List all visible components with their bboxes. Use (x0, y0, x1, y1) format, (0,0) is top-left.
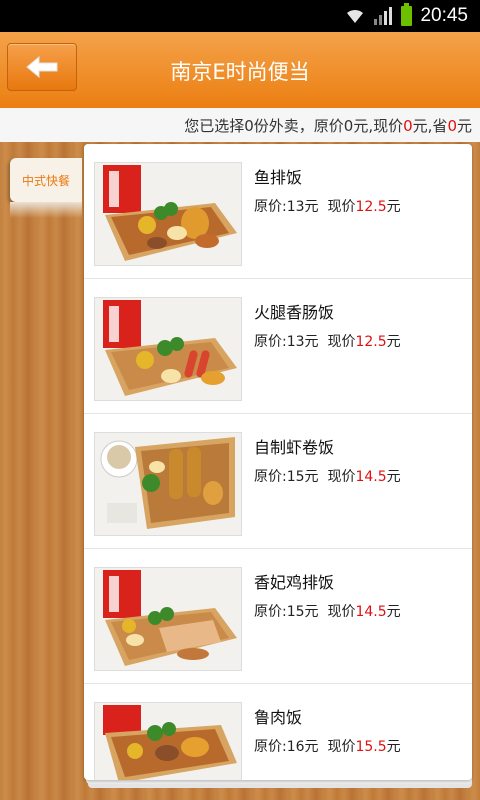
category-tab-label: 中式快餐 (21, 173, 70, 188)
item-name: 火腿香肠饭 (254, 303, 335, 322)
selected-count: 0 (244, 117, 254, 135)
current-price: 14.5 (355, 604, 387, 620)
original-price: 15 (286, 469, 305, 485)
food-photo (94, 702, 242, 780)
order-summary-text: 您已选择0份外卖，原价0元,现价0元,省0元 (184, 117, 472, 135)
item-price: 原价:15元 现价14.5元 (254, 604, 401, 620)
item-name: 自制虾卷饭 (254, 438, 335, 457)
saved-total: 0 (447, 117, 457, 135)
status-icons: 20:45 (345, 0, 468, 32)
menu-item[interactable]: 火腿香肠饭 原价:13元 现价12.5元 (84, 279, 472, 414)
signal-icon (374, 7, 393, 25)
order-summary-bar: 您已选择0份外卖，原价0元,现价0元,省0元 (0, 108, 480, 143)
original-price: 15 (286, 604, 305, 620)
original-price: 13 (286, 199, 305, 215)
wifi-icon (347, 9, 364, 23)
item-price: 原价:13元 现价12.5元 (254, 334, 401, 350)
item-price: 原价:16元 现价15.5元 (254, 739, 401, 755)
battery-icon (401, 3, 413, 26)
menu-item[interactable]: 自制虾卷饭 原价:15元 现价14.5元 (84, 414, 472, 549)
food-photo (94, 432, 242, 536)
menu-list[interactable]: 鱼排饭 原价:13元 现价12.5元 火腿香肠饭 原价:13元 现价12.5元 (84, 144, 472, 780)
item-name: 鲁肉饭 (254, 708, 303, 727)
food-photo (94, 567, 242, 671)
item-name: 鱼排饭 (254, 168, 303, 187)
current-price: 12.5 (355, 334, 387, 350)
current-price: 15.5 (355, 739, 387, 755)
original-price: 16 (286, 739, 305, 755)
category-tab-chinese-fastfood[interactable]: 中式快餐 (10, 158, 82, 218)
watermark: Bai 经验 jingyan.baidu.com (283, 760, 452, 776)
app-header: 南京E时尚便当 (0, 32, 480, 109)
current-total: 0 (403, 117, 413, 135)
original-total: 0 (343, 117, 354, 135)
food-photo (94, 297, 242, 401)
page-title: 南京E时尚便当 (170, 60, 310, 84)
current-price: 12.5 (355, 199, 387, 215)
item-price: 原价:15元 现价14.5元 (254, 469, 401, 485)
status-time: 20:45 (420, 5, 468, 26)
food-photo (94, 162, 242, 266)
current-price: 14.5 (355, 469, 387, 485)
item-price: 原价:13元 现价12.5元 (254, 199, 401, 215)
menu-item[interactable]: 香妃鸡排饭 原价:15元 现价14.5元 (84, 549, 472, 684)
original-price: 13 (286, 334, 305, 350)
status-bar: 20:45 (0, 0, 480, 32)
item-name: 香妃鸡排饭 (254, 573, 335, 592)
menu-item[interactable]: 鱼排饭 原价:13元 现价12.5元 (84, 144, 472, 279)
